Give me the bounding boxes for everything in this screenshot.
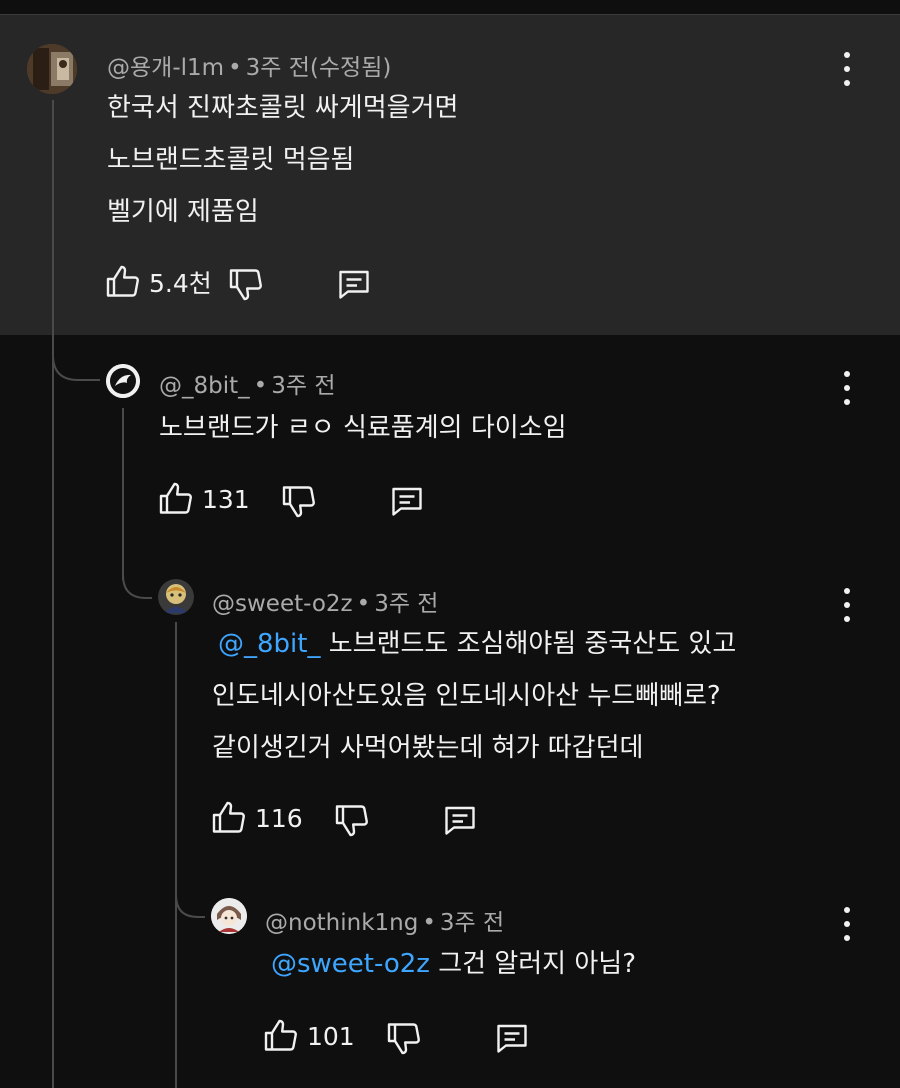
comment-time: 3주 전: [439, 910, 505, 936]
comment-author[interactable]: @용개-l1m: [107, 55, 224, 81]
comment-body: @sweet-o2z 그건 알러지 아님?: [265, 938, 636, 990]
like-button[interactable]: 116: [211, 800, 303, 836]
comment-line: 노브랜드가 ㄹㅇ 식료품계의 다이소임: [159, 413, 567, 443]
comment-line: @_8bit_ 노브랜드도 조심해야됨 중국산도 있고: [218, 629, 737, 659]
comment-time: 3주 전(수정됨): [245, 55, 392, 81]
thumbs-down-icon: [387, 1023, 420, 1055]
reply-comment-icon: [497, 1024, 527, 1053]
more-vert-icon[interactable]: [837, 52, 857, 86]
avatar[interactable]: [106, 364, 140, 398]
comment-author[interactable]: @sweet-o2z: [212, 591, 353, 617]
thumbs-up-icon: [106, 265, 139, 297]
thumbs-down-icon: [282, 486, 315, 518]
reply-comment-icon: [392, 487, 422, 516]
mention-link[interactable]: @_8bit_: [218, 629, 320, 659]
dislike-button[interactable]: [334, 802, 370, 838]
thumbs-up-icon: [212, 801, 245, 833]
reply-comment-icon: [339, 270, 369, 299]
thumbs-up-icon: [159, 482, 192, 514]
thumbs-down-icon: [229, 269, 262, 301]
more-vert-icon[interactable]: [837, 588, 857, 622]
dislike-button[interactable]: [228, 266, 264, 302]
avatar[interactable]: [27, 44, 77, 94]
comment-time: 3주 전: [271, 373, 336, 399]
comment-time: 3주 전: [374, 591, 439, 617]
like-button[interactable]: 5.4천: [105, 264, 212, 300]
thumbs-up-icon: [264, 1019, 297, 1051]
mention-link[interactable]: @sweet-o2z: [271, 949, 430, 979]
meta-separator: •: [422, 910, 436, 936]
more-vert-icon[interactable]: [837, 907, 857, 941]
comment-author[interactable]: @nothink1ng: [265, 910, 418, 936]
meta-separator: •: [356, 591, 371, 617]
dislike-button[interactable]: [281, 483, 317, 519]
comment-line: 인도네시아산도있음 인도네시아산 누드빼빼로?: [212, 681, 721, 711]
comment-line: 같이생긴거 사먹어봤는데 혀가 따갑던데: [212, 733, 644, 763]
reply-button[interactable]: [493, 1020, 531, 1056]
reply-button[interactable]: [441, 802, 479, 838]
like-count: 116: [255, 803, 303, 833]
comment-line: 한국서 진짜초콜릿 싸게먹을거면: [107, 93, 459, 123]
comment-body: @_8bit_ 노브랜드도 조심해야됨 중국산도 있고 인도네시아산도있음 인도…: [212, 618, 736, 774]
avatar[interactable]: [158, 579, 194, 615]
reply-button[interactable]: [335, 266, 373, 302]
thumbs-down-icon: [335, 805, 368, 837]
avatar[interactable]: [211, 898, 247, 934]
reply-comment-icon: [445, 806, 475, 835]
comment-body: 노브랜드가 ㄹㅇ 식료품계의 다이소임: [159, 402, 567, 454]
meta-separator: •: [228, 55, 242, 81]
comment-line: 벨기에 제품임: [107, 197, 259, 227]
like-button[interactable]: 131: [158, 481, 250, 517]
reply-button[interactable]: [388, 483, 426, 519]
like-button[interactable]: 101: [263, 1018, 355, 1054]
comment-line: @sweet-o2z 그건 알러지 아님?: [271, 949, 637, 979]
dislike-button[interactable]: [386, 1020, 422, 1056]
like-count: 101: [307, 1021, 355, 1051]
meta-separator: •: [253, 373, 268, 399]
like-count: 5.4천: [149, 269, 212, 298]
like-count: 131: [202, 484, 250, 514]
comment-line: 노브랜드초콜릿 먹음됨: [107, 145, 355, 175]
comment-body: 한국서 진짜초콜릿 싸게먹을거면 노브랜드초콜릿 먹음됨 벨기에 제품임: [107, 82, 458, 238]
more-vert-icon[interactable]: [837, 371, 857, 405]
comment-author[interactable]: @_8bit_: [159, 373, 250, 399]
